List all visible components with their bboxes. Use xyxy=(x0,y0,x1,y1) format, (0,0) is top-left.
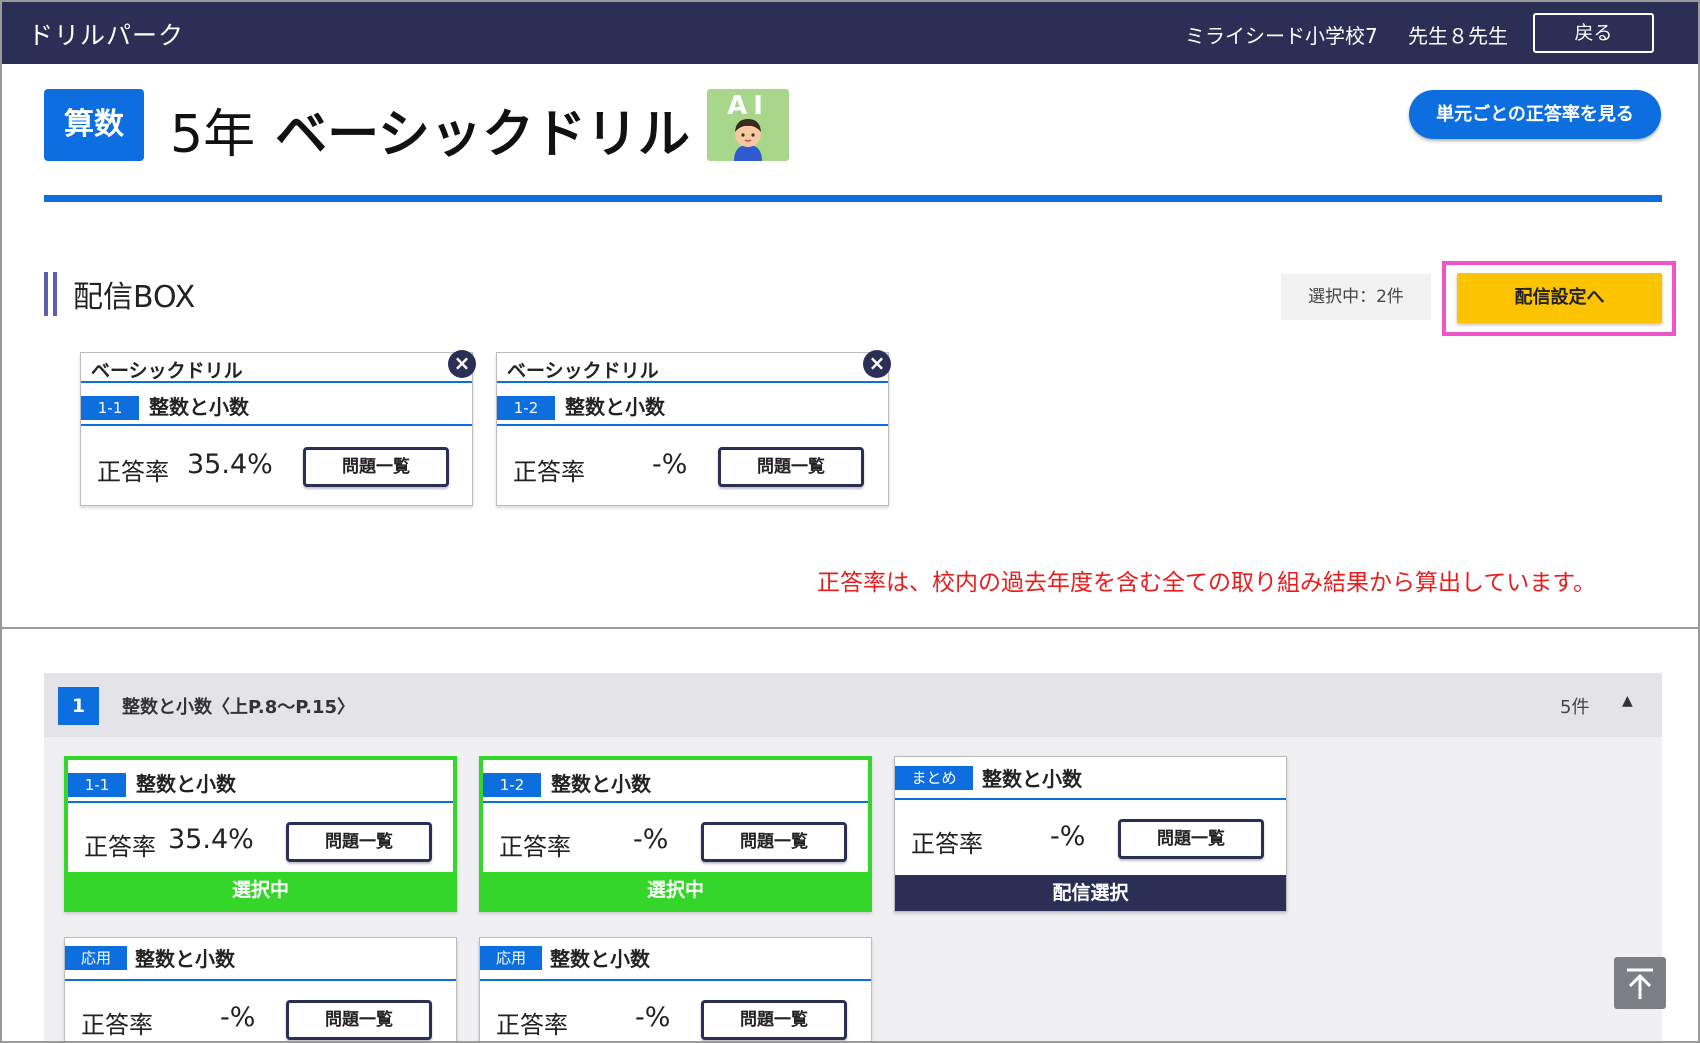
unit-count: 5件 xyxy=(1560,697,1590,718)
problem-list-button[interactable]: 問題一覧 xyxy=(701,822,847,862)
delivery-card: ベーシックドリル 1-1 整数と小数 正答率 35.4% 問題一覧 × xyxy=(80,350,476,506)
drill-card: 1-2 整数と小数 正答率 -% 問題一覧 選択中 xyxy=(479,756,872,912)
problem-list-button[interactable]: 問題一覧 xyxy=(303,447,449,487)
unit-row: 1-2 整数と小数 xyxy=(483,760,868,803)
problem-list-button[interactable]: 問題一覧 xyxy=(286,822,432,862)
select-for-delivery-button[interactable]: 配信選択 xyxy=(895,875,1286,911)
unit-tag: 応用 xyxy=(65,946,127,970)
unit-tag: 応用 xyxy=(480,946,542,970)
top-bar: ドリルパーク ミライシード小学校7 先生８先生 戻る xyxy=(2,2,1698,64)
unit-row: まとめ 整数と小数 xyxy=(895,757,1286,800)
teacher-name: 先生８先生 xyxy=(1408,24,1508,48)
rate-value: -% xyxy=(633,824,669,855)
unit-tag: 1-1 xyxy=(81,396,139,420)
section-divider xyxy=(2,627,1698,629)
unit-tag: 1-1 xyxy=(68,773,126,797)
unit-panel: 1 整数と小数〈上P.8〜P.15〉 5件 ▲ 1-1 整数と小数 正答率 35… xyxy=(44,673,1662,1041)
arrow-up-to-top-icon xyxy=(1627,968,1653,999)
drill-card: 応用 整数と小数 正答率 -% 問題一覧 xyxy=(64,937,457,1041)
unit-row: 1-2 整数と小数 xyxy=(497,383,888,426)
subject-badge: 算数 xyxy=(44,89,144,161)
unit-row: 応用 整数と小数 xyxy=(65,938,456,981)
section-marker xyxy=(44,272,48,316)
collapse-caret-icon[interactable]: ▲ xyxy=(1622,693,1633,709)
school-name: ミライシード小学校7 xyxy=(1185,24,1378,48)
unit-row: 1-1 整数と小数 xyxy=(81,383,472,426)
app-window: ドリルパーク ミライシード小学校7 先生８先生 戻る 算数 5年 ベーシックドリル… xyxy=(0,0,1700,1043)
unit-header[interactable]: 1 整数と小数〈上P.8〜P.15〉 5件 ▲ xyxy=(44,673,1662,737)
rate-by-unit-button[interactable]: 単元ごとの正答率を見る xyxy=(1409,90,1661,139)
rate-label: 正答率 xyxy=(499,833,571,861)
rate-label: 正答率 xyxy=(496,1011,568,1039)
rate-label: 正答率 xyxy=(84,833,156,861)
rate-label: 正答率 xyxy=(97,458,169,486)
close-icon[interactable]: × xyxy=(863,350,891,378)
unit-name: 整数と小数 xyxy=(550,947,650,971)
app-title: ドリルパーク xyxy=(28,21,185,50)
unit-number: 1 xyxy=(58,687,99,725)
rate-label: 正答率 xyxy=(911,830,983,858)
rate-label: 正答率 xyxy=(513,458,585,486)
problem-list-button[interactable]: 問題一覧 xyxy=(286,1000,432,1040)
grade-label: 5年 xyxy=(170,105,256,165)
rate-label: 正答率 xyxy=(81,1011,153,1039)
rate-value: -% xyxy=(220,1002,256,1033)
rate-value: 35.4% xyxy=(168,824,254,855)
header-divider xyxy=(44,195,1662,202)
delivery-settings-button[interactable]: 配信設定へ xyxy=(1457,273,1662,323)
accuracy-note: 正答率は、校内の過去年度を含む全ての取り組み結果から算出しています。 xyxy=(817,570,1597,596)
close-icon[interactable]: × xyxy=(448,350,476,378)
unit-tag: 1-2 xyxy=(497,396,555,420)
selected-status[interactable]: 選択中 xyxy=(68,872,453,908)
drill-name: ベーシックドリル xyxy=(497,353,888,383)
delivery-card: ベーシックドリル 1-2 整数と小数 正答率 -% 問題一覧 × xyxy=(496,350,891,506)
rate-value: -% xyxy=(652,449,688,480)
unit-name: 整数と小数 xyxy=(135,947,235,971)
selected-status[interactable]: 選択中 xyxy=(483,872,868,908)
unit-name: 整数と小数 xyxy=(982,767,1082,791)
drill-card: 1-1 整数と小数 正答率 35.4% 問題一覧 選択中 xyxy=(64,756,457,912)
unit-name: 整数と小数 xyxy=(551,772,651,796)
problem-list-button[interactable]: 問題一覧 xyxy=(701,1000,847,1040)
selected-count: 選択中：2件 xyxy=(1281,274,1431,320)
problem-list-button[interactable]: 問題一覧 xyxy=(718,447,864,487)
unit-tag: 1-2 xyxy=(483,773,541,797)
delivery-box-title: 配信BOX xyxy=(73,280,196,315)
rate-value: -% xyxy=(635,1002,671,1033)
unit-name: 整数と小数 xyxy=(149,395,249,419)
scroll-to-top-button[interactable] xyxy=(1614,957,1666,1009)
unit-title: 整数と小数〈上P.8〜P.15〉 xyxy=(122,697,356,718)
page-title: 5年 ベーシックドリル xyxy=(170,92,690,167)
problem-list-button[interactable]: 問題一覧 xyxy=(1118,819,1264,859)
drill-card: 応用 整数と小数 正答率 -% 問題一覧 xyxy=(479,937,872,1041)
drill-title: ベーシックドリル xyxy=(275,105,691,165)
rate-value: 35.4% xyxy=(187,449,273,480)
drill-name: ベーシックドリル xyxy=(81,353,472,383)
unit-row: 1-1 整数と小数 xyxy=(68,760,453,803)
drill-card: まとめ 整数と小数 正答率 -% 問題一覧 配信選択 xyxy=(894,756,1287,912)
ai-badge: AI xyxy=(707,89,789,161)
unit-name: 整数と小数 xyxy=(136,772,236,796)
unit-tag: まとめ xyxy=(895,766,973,790)
back-button[interactable]: 戻る xyxy=(1533,13,1654,53)
rate-value: -% xyxy=(1050,821,1086,852)
unit-name: 整数と小数 xyxy=(565,395,665,419)
child-avatar-icon xyxy=(734,119,762,161)
unit-row: 応用 整数と小数 xyxy=(480,938,871,981)
